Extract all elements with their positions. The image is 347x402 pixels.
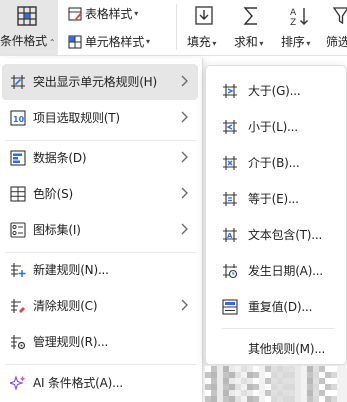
- less-than-icon: [222, 119, 238, 135]
- top-bottom-icon: 10: [10, 110, 26, 126]
- chevron-right-icon: [181, 299, 188, 311]
- fill-down-icon: [194, 5, 214, 31]
- chevron-down-icon: ▾: [212, 39, 217, 48]
- menu-item-color-scales[interactable]: 色阶(S): [2, 176, 198, 212]
- chevron-right-icon: [181, 111, 188, 123]
- menu-item-clear-rules[interactable]: 清除规则(C): [2, 288, 198, 324]
- submenu-item-label: 小于(L)...: [248, 120, 298, 134]
- chevron-right-icon: [181, 151, 188, 163]
- menu-item-label: 图标集(I): [33, 223, 81, 237]
- chevron-right-icon: [181, 223, 188, 235]
- color-scale-icon: [10, 186, 26, 202]
- menu-item-label: 新建规则(N)...: [33, 263, 109, 277]
- text-contains-icon: A: [222, 227, 238, 243]
- sort-label: 排序: [281, 35, 305, 49]
- ai-sparkle-icon: [8, 375, 26, 391]
- filter-icon: [332, 5, 347, 31]
- sum-button[interactable]: 求和 ▾: [228, 0, 270, 56]
- svg-text:A: A: [227, 232, 233, 240]
- menu-item-label: 突出显示单元格规则(H): [33, 75, 157, 89]
- data-bar-icon: [10, 150, 26, 166]
- conditional-format-icon: [16, 5, 38, 31]
- equal-to-icon: [222, 191, 238, 207]
- clear-rule-icon: [10, 298, 26, 314]
- ribbon-divider: [176, 4, 177, 50]
- fill-label: 填充: [187, 35, 211, 49]
- chevron-down-icon: ▾: [306, 39, 311, 48]
- submenu-item-label: 文本包含(T)...: [248, 228, 323, 242]
- svg-text:A: A: [290, 8, 297, 18]
- menu-item-ai-conditional-format[interactable]: AI 条件格式(A)...: [2, 365, 198, 401]
- new-rule-icon: [10, 262, 26, 278]
- chevron-right-icon: [181, 187, 188, 199]
- conditional-format-label: 条件格式: [0, 34, 47, 48]
- submenu-item-date-occurring[interactable]: 发生日期(A)...: [210, 254, 344, 288]
- cell-style-icon: [68, 34, 82, 49]
- chevron-up-icon: ⌃: [48, 38, 56, 47]
- table-style-label: 表格样式: [85, 7, 133, 21]
- submenu-item-label: 等于(E)...: [248, 192, 299, 206]
- conditional-format-menu: 突出显示单元格规则(H) 10 项目选取规则(T) 数据条(D) 色阶(S) 图…: [0, 58, 203, 402]
- menu-item-label: 管理规则(R)...: [33, 335, 109, 349]
- chevron-down-icon: ▾: [146, 37, 150, 46]
- submenu-item-more-rules[interactable]: 其他规则(M)...: [210, 332, 344, 366]
- submenu-item-equal-to[interactable]: 等于(E)...: [210, 182, 344, 216]
- menu-item-label: 项目选取规则(T): [33, 111, 120, 125]
- submenu-item-label: 大于(G)...: [248, 84, 301, 98]
- submenu-item-label: 其他规则(M)...: [248, 342, 326, 356]
- svg-text:10: 10: [13, 115, 25, 124]
- submenu-item-text-contains[interactable]: A 文本包含(T)...: [210, 218, 344, 252]
- manage-rule-icon: [10, 334, 26, 350]
- sum-label: 求和: [234, 35, 258, 49]
- menu-item-manage-rules[interactable]: 管理规则(R)...: [2, 324, 198, 360]
- sigma-icon: [242, 5, 260, 31]
- svg-text:Z: Z: [290, 18, 296, 27]
- table-style-icon: [68, 6, 82, 21]
- menu-item-highlight-cells[interactable]: 突出显示单元格规则(H): [2, 64, 198, 100]
- sort-icon: A Z: [288, 5, 310, 31]
- menu-item-data-bars[interactable]: 数据条(D): [2, 140, 198, 176]
- submenu-item-label: 发生日期(A)...: [248, 264, 324, 278]
- submenu-divider: [222, 328, 334, 329]
- filter-label: 筛选: [326, 35, 347, 49]
- submenu-item-duplicate-values[interactable]: 重复值(D)...: [210, 290, 344, 324]
- submenu-item-between[interactable]: 介于(B)...: [210, 146, 344, 180]
- menu-item-label: 色阶(S): [33, 187, 73, 201]
- conditional-format-button[interactable]: 条件格式 ⌃: [0, 0, 58, 56]
- chevron-down-icon: ▾: [134, 9, 139, 18]
- cell-style-label: 单元格样式: [85, 35, 145, 49]
- sort-button[interactable]: A Z 排序 ▾: [276, 0, 320, 56]
- ribbon: 条件格式 ⌃ 表格样式 ▾ 单元格样式 ▾ 填充 ▾ 求和 ▾ A Z 排序 ▾…: [0, 0, 347, 56]
- between-icon: [222, 155, 238, 171]
- submenu-item-greater-than[interactable]: 大于(G)...: [210, 74, 344, 108]
- icon-set-icon: [10, 222, 26, 238]
- menu-item-icon-sets[interactable]: 图标集(I): [2, 212, 198, 248]
- filter-button[interactable]: 筛选: [324, 0, 347, 56]
- highlight-cells-submenu: 大于(G)... 小于(L)... 介于(B)... 等于(E)... A 文本…: [205, 65, 347, 365]
- menu-item-label: 数据条(D): [33, 151, 87, 165]
- submenu-item-less-than[interactable]: 小于(L)...: [210, 110, 344, 144]
- menu-item-top-bottom-rules[interactable]: 10 项目选取规则(T): [2, 100, 198, 136]
- chevron-down-icon: ▾: [259, 39, 264, 48]
- chevron-right-icon: [181, 75, 188, 87]
- date-occurring-icon: [222, 263, 238, 279]
- highlight-cells-icon: [10, 74, 26, 90]
- submenu-item-label: 介于(B)...: [248, 156, 300, 170]
- menu-item-label: 清除规则(C): [33, 299, 98, 313]
- menu-item-label: AI 条件格式(A)...: [33, 376, 123, 390]
- cell-style-button[interactable]: 单元格样式 ▾: [68, 33, 150, 50]
- submenu-item-label: 重复值(D)...: [248, 300, 313, 314]
- menu-item-new-rule[interactable]: 新建规则(N)...: [2, 252, 198, 288]
- sheet-background: [205, 366, 347, 402]
- greater-than-icon: [222, 83, 238, 99]
- table-style-button[interactable]: 表格样式 ▾: [68, 5, 138, 22]
- fill-button[interactable]: 填充 ▾: [182, 0, 224, 56]
- duplicate-values-icon: [222, 299, 238, 315]
